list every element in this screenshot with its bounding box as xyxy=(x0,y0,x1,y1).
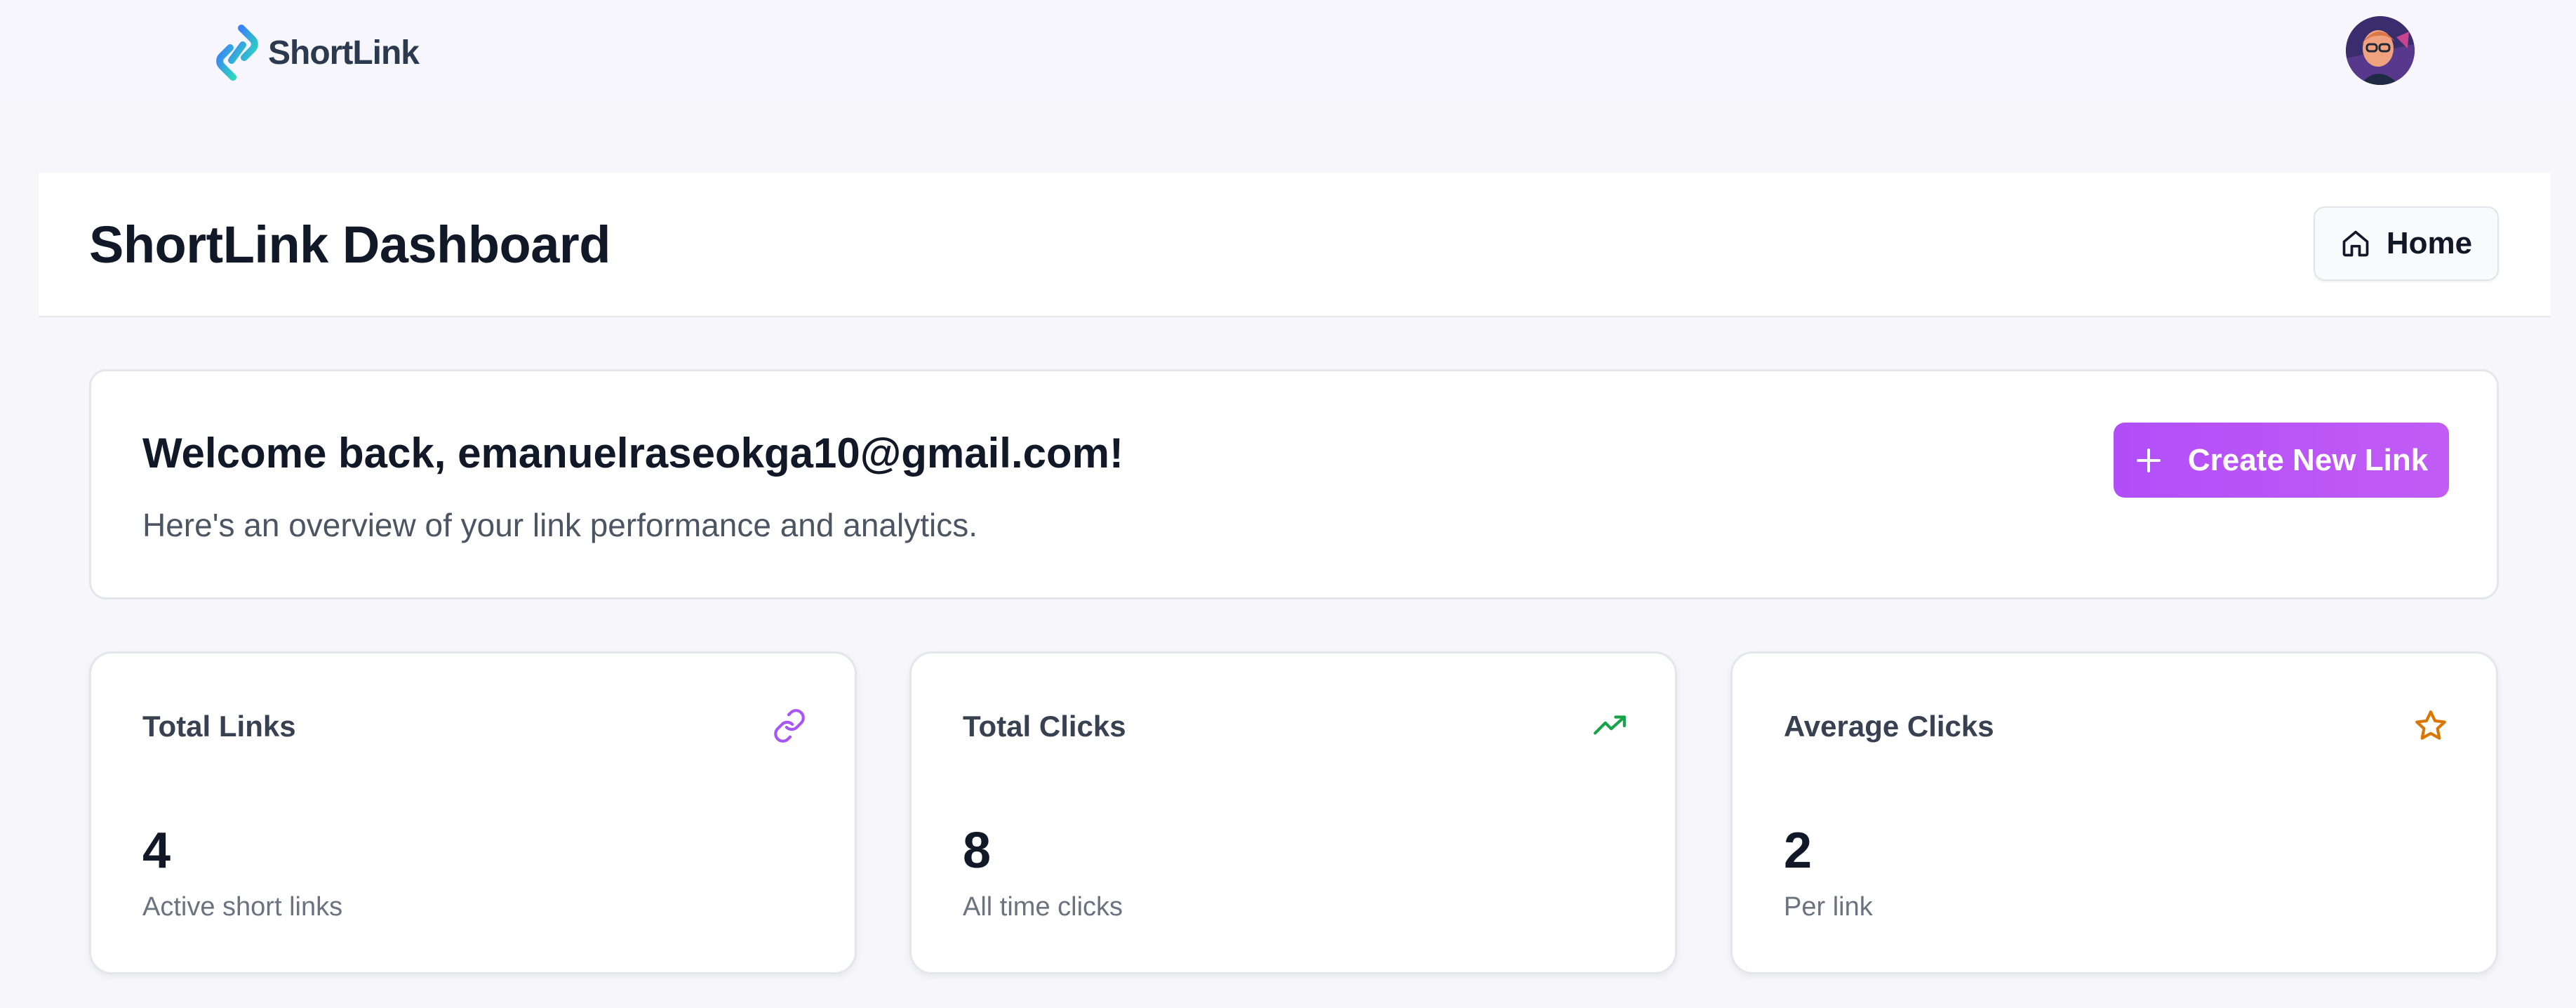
welcome-card: Welcome back, emanuelraseokga10@gmail.co… xyxy=(89,369,2499,599)
avatar-icon[interactable] xyxy=(2346,16,2415,85)
home-button[interactable]: Home xyxy=(2314,206,2499,281)
home-icon xyxy=(2342,230,2369,257)
brand-name: ShortLink xyxy=(268,34,420,72)
home-button-label: Home xyxy=(2386,226,2473,260)
link-icon xyxy=(774,709,805,743)
stat-card-total-clicks: Total Clicks 8 All time clicks xyxy=(909,651,1677,974)
stat-value: 2 xyxy=(1784,823,1813,879)
stat-label: Total Links xyxy=(142,710,296,743)
stat-card-average-clicks: Average Clicks 2 Per link xyxy=(1730,651,2498,974)
top-navbar: ShortLink xyxy=(0,0,2576,102)
trending-up-icon xyxy=(1594,715,1626,735)
page-title: ShortLink Dashboard xyxy=(89,215,610,274)
welcome-title: Welcome back, emanuelraseokga10@gmail.co… xyxy=(142,430,1123,477)
stat-card-total-links: Total Links 4 Active short links xyxy=(89,651,857,974)
chain-logo-icon xyxy=(216,25,258,81)
brand-logo-link[interactable]: ShortLink xyxy=(211,21,420,84)
star-icon xyxy=(2415,710,2446,740)
stat-value: 8 xyxy=(963,823,992,879)
dashboard-header: ShortLink Dashboard Home xyxy=(39,173,2551,317)
stat-caption: Active short links xyxy=(142,892,343,922)
stat-label: Average Clicks xyxy=(1784,710,1994,743)
stat-caption: All time clicks xyxy=(963,892,1123,922)
create-new-link-button[interactable]: Create New Link xyxy=(2114,423,2449,498)
stat-value: 4 xyxy=(142,823,171,879)
stat-caption: Per link xyxy=(1784,892,1873,922)
create-button-label: Create New Link xyxy=(2187,442,2429,477)
stat-label: Total Clicks xyxy=(963,710,1126,743)
plus-icon xyxy=(2136,448,2161,472)
welcome-subtitle: Here's an overview of your link performa… xyxy=(142,507,978,543)
